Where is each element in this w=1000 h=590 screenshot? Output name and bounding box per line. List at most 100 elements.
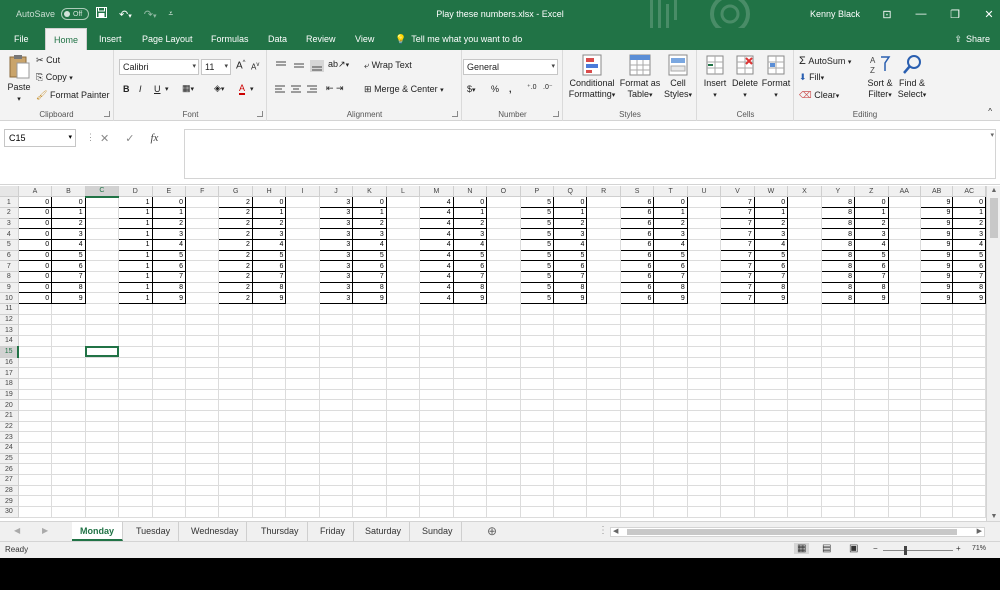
- cell[interactable]: 2: [218, 271, 253, 283]
- cell[interactable]: [419, 410, 454, 422]
- font-size-select[interactable]: 11 ▾: [201, 59, 231, 75]
- cell[interactable]: 9: [919, 281, 954, 294]
- cell[interactable]: [118, 324, 153, 337]
- row-header[interactable]: 27: [0, 474, 19, 486]
- cell[interactable]: 8: [820, 260, 856, 272]
- cell[interactable]: [386, 421, 421, 433]
- cell[interactable]: [85, 282, 120, 294]
- cell[interactable]: [653, 431, 688, 443]
- cell[interactable]: 0: [753, 196, 789, 208]
- cell[interactable]: [252, 378, 287, 390]
- cell[interactable]: [486, 431, 521, 443]
- cell[interactable]: [185, 367, 220, 379]
- cell[interactable]: [586, 239, 621, 251]
- cell[interactable]: [252, 453, 287, 465]
- cell[interactable]: [821, 485, 856, 497]
- cell[interactable]: [85, 228, 120, 240]
- cell[interactable]: [453, 410, 488, 422]
- cell[interactable]: [319, 485, 354, 497]
- cell[interactable]: [218, 314, 253, 326]
- cell[interactable]: 7: [753, 271, 789, 283]
- cell[interactable]: 1: [118, 206, 153, 219]
- cell[interactable]: [486, 485, 521, 497]
- cell[interactable]: [85, 463, 120, 476]
- cell[interactable]: [586, 324, 621, 337]
- cell[interactable]: [352, 474, 387, 486]
- cell[interactable]: [185, 271, 220, 283]
- cell[interactable]: [888, 378, 921, 390]
- cell[interactable]: 3: [51, 228, 86, 240]
- cell[interactable]: [18, 431, 53, 443]
- cell[interactable]: 5: [552, 249, 588, 262]
- cell[interactable]: 1: [118, 271, 153, 283]
- cell[interactable]: [486, 260, 521, 272]
- cell[interactable]: 1: [854, 206, 889, 219]
- cell[interactable]: [821, 410, 856, 422]
- cell[interactable]: [687, 346, 722, 358]
- cell[interactable]: [520, 485, 555, 497]
- cell[interactable]: [520, 378, 555, 390]
- underline-button[interactable]: U: [154, 84, 161, 94]
- cell[interactable]: 4: [419, 238, 454, 251]
- cell[interactable]: 2: [352, 217, 387, 230]
- horizontal-scrollbar[interactable]: ◀ ▶: [610, 527, 985, 537]
- cell[interactable]: [352, 463, 387, 476]
- cell[interactable]: 6: [619, 271, 655, 283]
- name-box[interactable]: C15 ▾: [4, 129, 76, 147]
- cell[interactable]: [754, 335, 789, 347]
- cell[interactable]: 6: [452, 260, 488, 272]
- cell[interactable]: 7: [151, 271, 187, 283]
- cell[interactable]: [821, 399, 856, 411]
- cell[interactable]: [386, 389, 421, 401]
- cell[interactable]: [218, 506, 253, 518]
- cell[interactable]: [620, 324, 655, 337]
- cell[interactable]: [386, 303, 421, 315]
- cell[interactable]: [754, 474, 789, 486]
- cell[interactable]: 1: [452, 206, 488, 219]
- cell[interactable]: [620, 335, 655, 347]
- cell[interactable]: 2: [218, 196, 253, 208]
- cell[interactable]: [85, 292, 120, 305]
- cell[interactable]: [854, 453, 889, 465]
- cell[interactable]: [687, 303, 722, 315]
- cell[interactable]: [553, 442, 588, 454]
- cell[interactable]: [152, 431, 187, 443]
- cell[interactable]: [687, 474, 722, 486]
- next-sheet-icon[interactable]: ▶: [42, 526, 48, 535]
- cell[interactable]: [252, 474, 287, 486]
- cell[interactable]: [51, 463, 86, 476]
- cell[interactable]: 4: [952, 238, 986, 251]
- cell[interactable]: 3: [318, 238, 354, 251]
- cell[interactable]: [85, 218, 120, 230]
- cell[interactable]: [520, 399, 555, 411]
- cell[interactable]: [586, 207, 621, 219]
- cell[interactable]: [51, 378, 86, 390]
- cell[interactable]: [888, 495, 921, 508]
- bold-button[interactable]: B: [123, 84, 130, 94]
- cell[interactable]: [218, 474, 253, 486]
- cell[interactable]: [586, 303, 621, 315]
- cell[interactable]: [586, 378, 621, 390]
- cell[interactable]: [787, 431, 822, 443]
- row-header[interactable]: 2: [0, 207, 19, 219]
- cell[interactable]: [85, 303, 120, 315]
- cell[interactable]: [185, 506, 220, 518]
- row-header[interactable]: 23: [0, 431, 19, 443]
- cell[interactable]: 0: [17, 249, 53, 262]
- cell[interactable]: [553, 367, 588, 379]
- cell[interactable]: [920, 474, 954, 486]
- row-header[interactable]: 5: [0, 239, 19, 251]
- cell[interactable]: [18, 314, 53, 326]
- cell[interactable]: [787, 378, 822, 390]
- cell[interactable]: [787, 303, 822, 315]
- cell[interactable]: [218, 367, 253, 379]
- cell[interactable]: [520, 357, 555, 369]
- number-launcher-icon[interactable]: [553, 111, 559, 117]
- cell[interactable]: [218, 357, 253, 369]
- cell[interactable]: 5: [352, 249, 387, 262]
- cell[interactable]: [620, 367, 655, 379]
- cell[interactable]: [118, 389, 153, 401]
- cell[interactable]: [352, 378, 387, 390]
- cell[interactable]: 8: [452, 281, 488, 294]
- row-header[interactable]: 21: [0, 410, 19, 422]
